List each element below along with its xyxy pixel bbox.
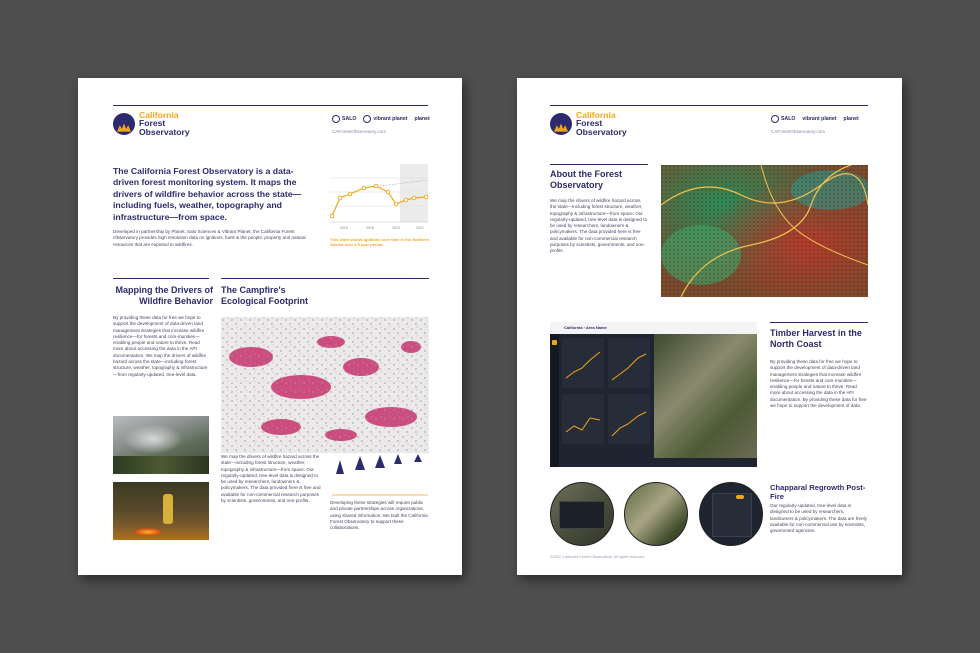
brand-logo: California Forest Observatory — [113, 110, 190, 137]
campfire-footprint-map — [221, 317, 429, 453]
dashboard-charts — [562, 338, 650, 444]
dashboard-topbar: California › Area Name — [550, 322, 757, 334]
site-url-2: CAForestObservatory.com — [771, 129, 826, 134]
partner-vibrant: vibrant planet — [363, 115, 407, 123]
section2-rule — [221, 278, 429, 279]
section1-title: Mapping the Drivers of Wildfire Behavior — [115, 285, 213, 306]
observatory-badge-icon-2 — [550, 112, 572, 135]
ignitions-chart: 2016 2018 2019 2021 — [330, 164, 429, 230]
timber-rule — [770, 322, 868, 323]
tree-icon-4 — [394, 454, 402, 494]
tree-icon-2 — [355, 456, 365, 494]
brand2-name-line3: Observatory — [576, 126, 627, 137]
section2-title: The Campfire's Ecological Footprint — [221, 285, 308, 306]
salo-icon — [332, 115, 340, 123]
brand-name-line3: Observatory — [139, 126, 190, 137]
dashboard-satellite-view — [654, 334, 757, 458]
partner-vibrant-label: vibrant planet — [373, 116, 408, 122]
chaparral-title: Chapparal Regrowth Post-Fire — [770, 483, 866, 501]
partner2-planet: planet — [843, 116, 858, 122]
partner-logos-2: SALO vibrant planet planet — [771, 115, 859, 123]
dashboard-layer-icon — [552, 340, 557, 345]
timber-body: By providing these data for free we hope… — [770, 359, 867, 409]
vibrant-planet-icon — [363, 115, 372, 123]
regrowth-toggle — [736, 495, 744, 499]
salo-icon-2 — [771, 115, 779, 123]
regrowth-panel-3 — [712, 493, 752, 537]
wildfire-hazard-map — [661, 165, 868, 297]
about-body: We map the drivers of wildfire hazard ac… — [550, 198, 648, 254]
observatory-badge-icon — [113, 112, 135, 135]
section1-body: By providing these data for free we hope… — [113, 315, 208, 377]
tree-structure-illustration — [332, 454, 428, 496]
page1-intro: Developed in partnership by Planet, Salo… — [113, 229, 306, 247]
firefighter-photo — [113, 482, 209, 540]
chart-tick-2: 2018 — [366, 226, 374, 230]
page-two: California Forest Observatory SALO vibra… — [517, 78, 902, 575]
section1-rule — [113, 278, 209, 279]
header-rule-2 — [550, 105, 868, 106]
timber-title: Timber Harvest in the North Coast — [770, 328, 862, 349]
partner-planet-label: planet — [414, 116, 430, 122]
regrowth-circle-1 — [550, 482, 614, 546]
partner2-vibrant: vibrant planet — [802, 116, 836, 122]
partner-salo-label: SALO — [342, 116, 357, 122]
dashboard-screenshot: California › Area Name — [550, 322, 757, 467]
dashboard-title: California › Area Name — [564, 325, 607, 330]
tree-icon-1 — [336, 460, 344, 494]
regrowth-circle-3 — [699, 482, 763, 546]
chart-tick-1: 2016 — [340, 226, 348, 230]
chart-highlight-band — [400, 164, 428, 222]
regrowth-circle-2 — [624, 482, 688, 546]
partner2-vibrant-label: vibrant planet — [802, 116, 837, 122]
tree-icon-5 — [414, 454, 422, 494]
wildfire-smoke-photo — [113, 416, 209, 474]
partner-planet: planet — [414, 116, 429, 122]
about-title: About the Forest Observatory — [550, 169, 622, 190]
partner2-planet-label: planet — [843, 116, 859, 122]
about-rule — [550, 164, 648, 165]
partner2-salo-label: SALO — [781, 116, 796, 122]
tree-icon-3 — [375, 455, 385, 494]
partner2-salo: SALO — [771, 115, 795, 123]
page-one: California Forest Observatory SALO vibra… — [78, 78, 462, 575]
partner-logos: SALO vibrant planet planet — [332, 115, 430, 123]
dashboard-sidebar — [550, 334, 559, 467]
chart-tick-4: 2021 — [416, 226, 424, 230]
header-rule — [113, 105, 428, 106]
section2-body: We map the drivers of wildfire hazard ac… — [221, 454, 321, 504]
page1-headline: The California Forest Observatory is a d… — [113, 166, 302, 222]
site-url: CAForestObservatory.com — [332, 129, 387, 134]
brand-logo-2: California Forest Observatory — [550, 110, 627, 137]
chart-tick-3: 2019 — [392, 226, 400, 230]
regrowth-panel-1 — [559, 501, 605, 529]
chaparral-body: Our regularly-updated, tree-level data i… — [770, 503, 867, 534]
chart-caption: This chart shows ignitions over time in … — [330, 237, 430, 247]
section3-body: Developing these strategies will require… — [330, 500, 428, 531]
page-footer: ©2022 California Forest Observatory. All… — [550, 555, 645, 559]
partner-salo: SALO — [332, 115, 356, 123]
